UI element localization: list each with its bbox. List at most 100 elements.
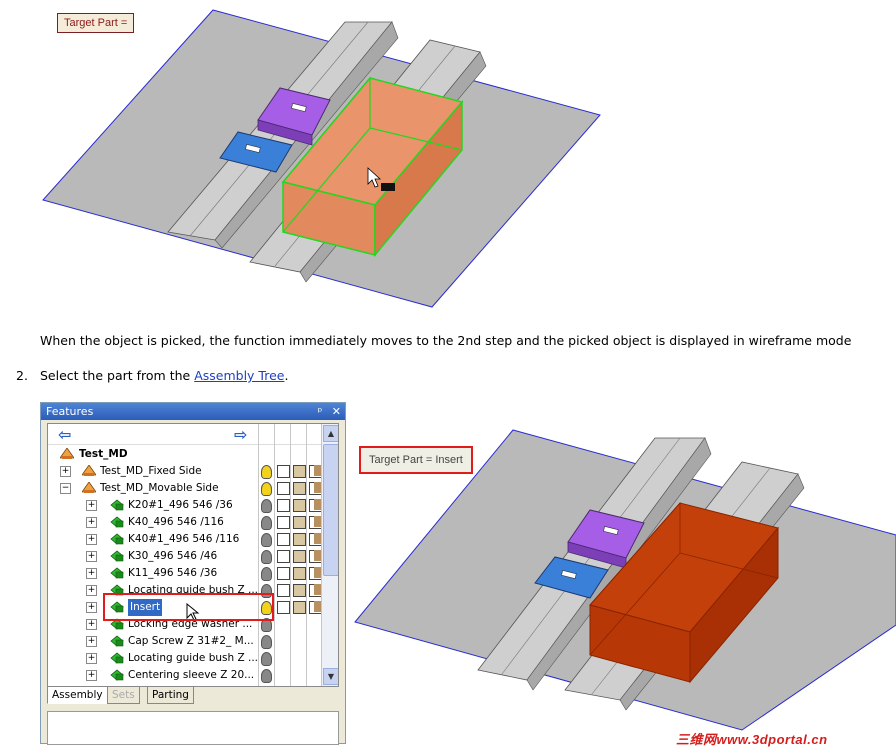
description-paragraph: When the object is picked, the function … bbox=[40, 333, 852, 348]
assembly-tree[interactable]: ⇦ ⇨ Test_MD + Test_MD_Fixed Side − Test_MD_… bbox=[47, 423, 339, 687]
collapse-icon[interactable]: − bbox=[60, 483, 71, 494]
tree-item[interactable]: + Centering sleeve Z 20... bbox=[48, 667, 326, 684]
copy-icon[interactable] bbox=[293, 533, 306, 546]
tree-item-label: K30_496 546 /46 bbox=[128, 550, 218, 562]
expand-icon[interactable]: + bbox=[86, 670, 97, 681]
visibility-bulb-icon[interactable] bbox=[261, 482, 272, 496]
copy-icon[interactable] bbox=[293, 601, 306, 614]
pick-indicator-icon bbox=[381, 183, 395, 191]
tree-root[interactable]: Test_MD bbox=[48, 446, 326, 463]
visibility-bulb-icon[interactable] bbox=[261, 465, 272, 479]
part-icon bbox=[110, 567, 124, 579]
tree-item-label: Cap Screw Z 31#2_ M... bbox=[128, 635, 254, 647]
tree-navigation: ⇦ ⇨ bbox=[48, 424, 338, 445]
tree-item[interactable]: + K11_496 546 /36 bbox=[48, 565, 326, 582]
copy-icon[interactable] bbox=[293, 465, 306, 478]
link-icon[interactable] bbox=[277, 584, 290, 597]
tree-item-tools bbox=[258, 651, 324, 666]
visibility-bulb-icon[interactable] bbox=[261, 652, 272, 666]
visibility-bulb-icon[interactable] bbox=[261, 550, 272, 564]
link-icon[interactable] bbox=[277, 516, 290, 529]
tree-item[interactable]: + K30_496 546 /46 bbox=[48, 548, 326, 565]
expand-icon[interactable]: + bbox=[86, 636, 97, 647]
tab-parting[interactable]: Parting bbox=[147, 686, 194, 704]
assembly-icon bbox=[60, 448, 74, 459]
close-icon[interactable]: ✕ bbox=[332, 405, 341, 418]
tree-item[interactable]: + K20#1_496 546 /36 bbox=[48, 497, 326, 514]
tab-assembly[interactable]: Assembly bbox=[47, 686, 108, 704]
scroll-down-icon[interactable]: ▼ bbox=[323, 668, 338, 685]
visibility-bulb-icon[interactable] bbox=[261, 533, 272, 547]
step-instruction: Select the part from the Assembly Tree. bbox=[40, 368, 289, 383]
link-icon[interactable] bbox=[277, 533, 290, 546]
tree-item-tools bbox=[258, 634, 324, 649]
link-icon[interactable] bbox=[277, 601, 290, 614]
visibility-bulb-icon[interactable] bbox=[261, 669, 272, 683]
panel-title-bar: Features ᵖ ✕ bbox=[41, 403, 345, 420]
scroll-up-icon[interactable]: ▲ bbox=[323, 425, 338, 442]
part-icon bbox=[110, 669, 124, 681]
expand-icon[interactable]: + bbox=[86, 551, 97, 562]
tree-item[interactable]: + K40_496 546 /116 bbox=[48, 514, 326, 531]
link-icon[interactable] bbox=[277, 465, 290, 478]
link-icon[interactable] bbox=[277, 482, 290, 495]
pin-icon[interactable]: ᵖ bbox=[318, 405, 323, 418]
tree-item-tools bbox=[258, 549, 324, 564]
tab-sets[interactable]: Sets bbox=[107, 686, 140, 704]
step-number: 2. bbox=[16, 368, 28, 383]
copy-icon[interactable] bbox=[293, 567, 306, 580]
copy-icon[interactable] bbox=[293, 584, 306, 597]
copy-icon[interactable] bbox=[293, 550, 306, 563]
panel-lower-area bbox=[47, 711, 339, 745]
expand-icon[interactable]: + bbox=[86, 602, 97, 613]
tree-item-label: Locating guide bush Z ... bbox=[128, 652, 259, 664]
tree-item-tools bbox=[258, 515, 324, 530]
target-part-insert-prompt: Target Part = Insert bbox=[359, 446, 473, 474]
tree-item[interactable]: + K40#1_496 546 /116 bbox=[48, 531, 326, 548]
insert-highlight-box bbox=[103, 593, 274, 621]
part-icon bbox=[110, 499, 124, 511]
visibility-bulb-icon[interactable] bbox=[261, 567, 272, 581]
tree-item[interactable]: + Test_MD_Fixed Side bbox=[48, 463, 326, 480]
visibility-bulb-icon[interactable] bbox=[261, 499, 272, 513]
expand-icon[interactable]: + bbox=[86, 534, 97, 545]
forward-arrow-icon[interactable]: ⇨ bbox=[234, 425, 247, 444]
expand-icon[interactable]: + bbox=[86, 500, 97, 511]
part-icon bbox=[110, 550, 124, 562]
copy-icon[interactable] bbox=[293, 482, 306, 495]
visibility-bulb-icon[interactable] bbox=[261, 635, 272, 649]
expand-icon[interactable]: + bbox=[86, 517, 97, 528]
tree-item-tools bbox=[258, 464, 324, 479]
tree-item-tools bbox=[258, 532, 324, 547]
link-icon[interactable] bbox=[277, 499, 290, 512]
tree-item[interactable]: + Locating guide bush Z ... bbox=[48, 650, 326, 667]
tree-item[interactable]: − Test_MD_Movable Side bbox=[48, 480, 326, 497]
expand-icon[interactable]: + bbox=[86, 568, 97, 579]
part-icon bbox=[110, 652, 124, 664]
expand-icon[interactable]: + bbox=[86, 585, 97, 596]
copy-icon[interactable] bbox=[293, 499, 306, 512]
tree-item-label: K40#1_496 546 /116 bbox=[128, 533, 240, 545]
tree-scrollbar[interactable]: ▲ ▼ bbox=[321, 424, 338, 686]
copy-icon[interactable] bbox=[293, 516, 306, 529]
assembly-tree-link[interactable]: Assembly Tree bbox=[194, 368, 284, 383]
visibility-bulb-icon[interactable] bbox=[261, 516, 272, 530]
tree-item-label: K11_496 546 /36 bbox=[128, 567, 218, 579]
part-icon bbox=[110, 533, 124, 545]
tree-item-tools bbox=[258, 566, 324, 581]
tree-item-label: Test_MD_Movable Side bbox=[100, 482, 219, 494]
tree-item-label: Centering sleeve Z 20... bbox=[128, 669, 255, 681]
expand-icon[interactable]: + bbox=[86, 619, 97, 630]
link-icon[interactable] bbox=[277, 550, 290, 563]
top-3d-viewport[interactable] bbox=[0, 0, 640, 320]
part-icon bbox=[110, 516, 124, 528]
link-icon[interactable] bbox=[277, 567, 290, 580]
expand-icon[interactable]: + bbox=[86, 653, 97, 664]
part-icon bbox=[110, 635, 124, 647]
tree-item[interactable]: + Cap Screw Z 31#2_ M... bbox=[48, 633, 326, 650]
tree-item-tools bbox=[258, 481, 324, 496]
back-arrow-icon[interactable]: ⇦ bbox=[58, 425, 71, 444]
features-panel: Features ᵖ ✕ ⇦ ⇨ Test_MD + Test_MD_Fixed … bbox=[40, 402, 346, 745]
expand-icon[interactable]: + bbox=[60, 466, 71, 477]
scroll-thumb[interactable] bbox=[323, 444, 338, 576]
